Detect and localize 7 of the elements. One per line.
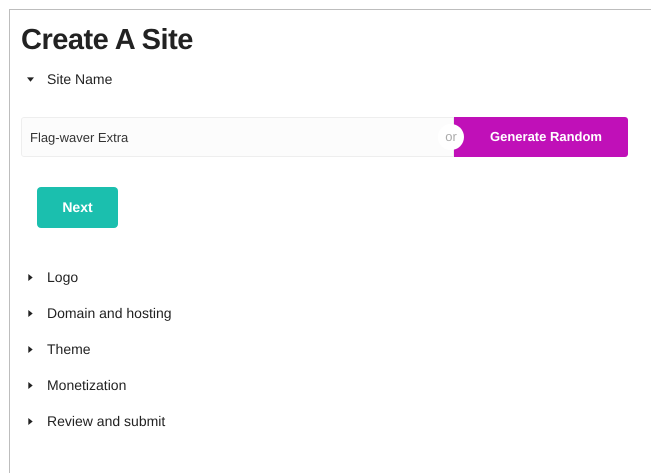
section-header[interactable]: Review and submit xyxy=(21,403,627,439)
section-header[interactable]: Site Name xyxy=(21,61,627,97)
section-header[interactable]: Theme xyxy=(21,331,627,367)
section-header[interactable]: Logo xyxy=(21,259,627,295)
section-header[interactable]: Monetization xyxy=(21,367,627,403)
section-header[interactable]: Domain and hosting xyxy=(21,295,627,331)
page-title: Create A Site xyxy=(21,23,194,57)
